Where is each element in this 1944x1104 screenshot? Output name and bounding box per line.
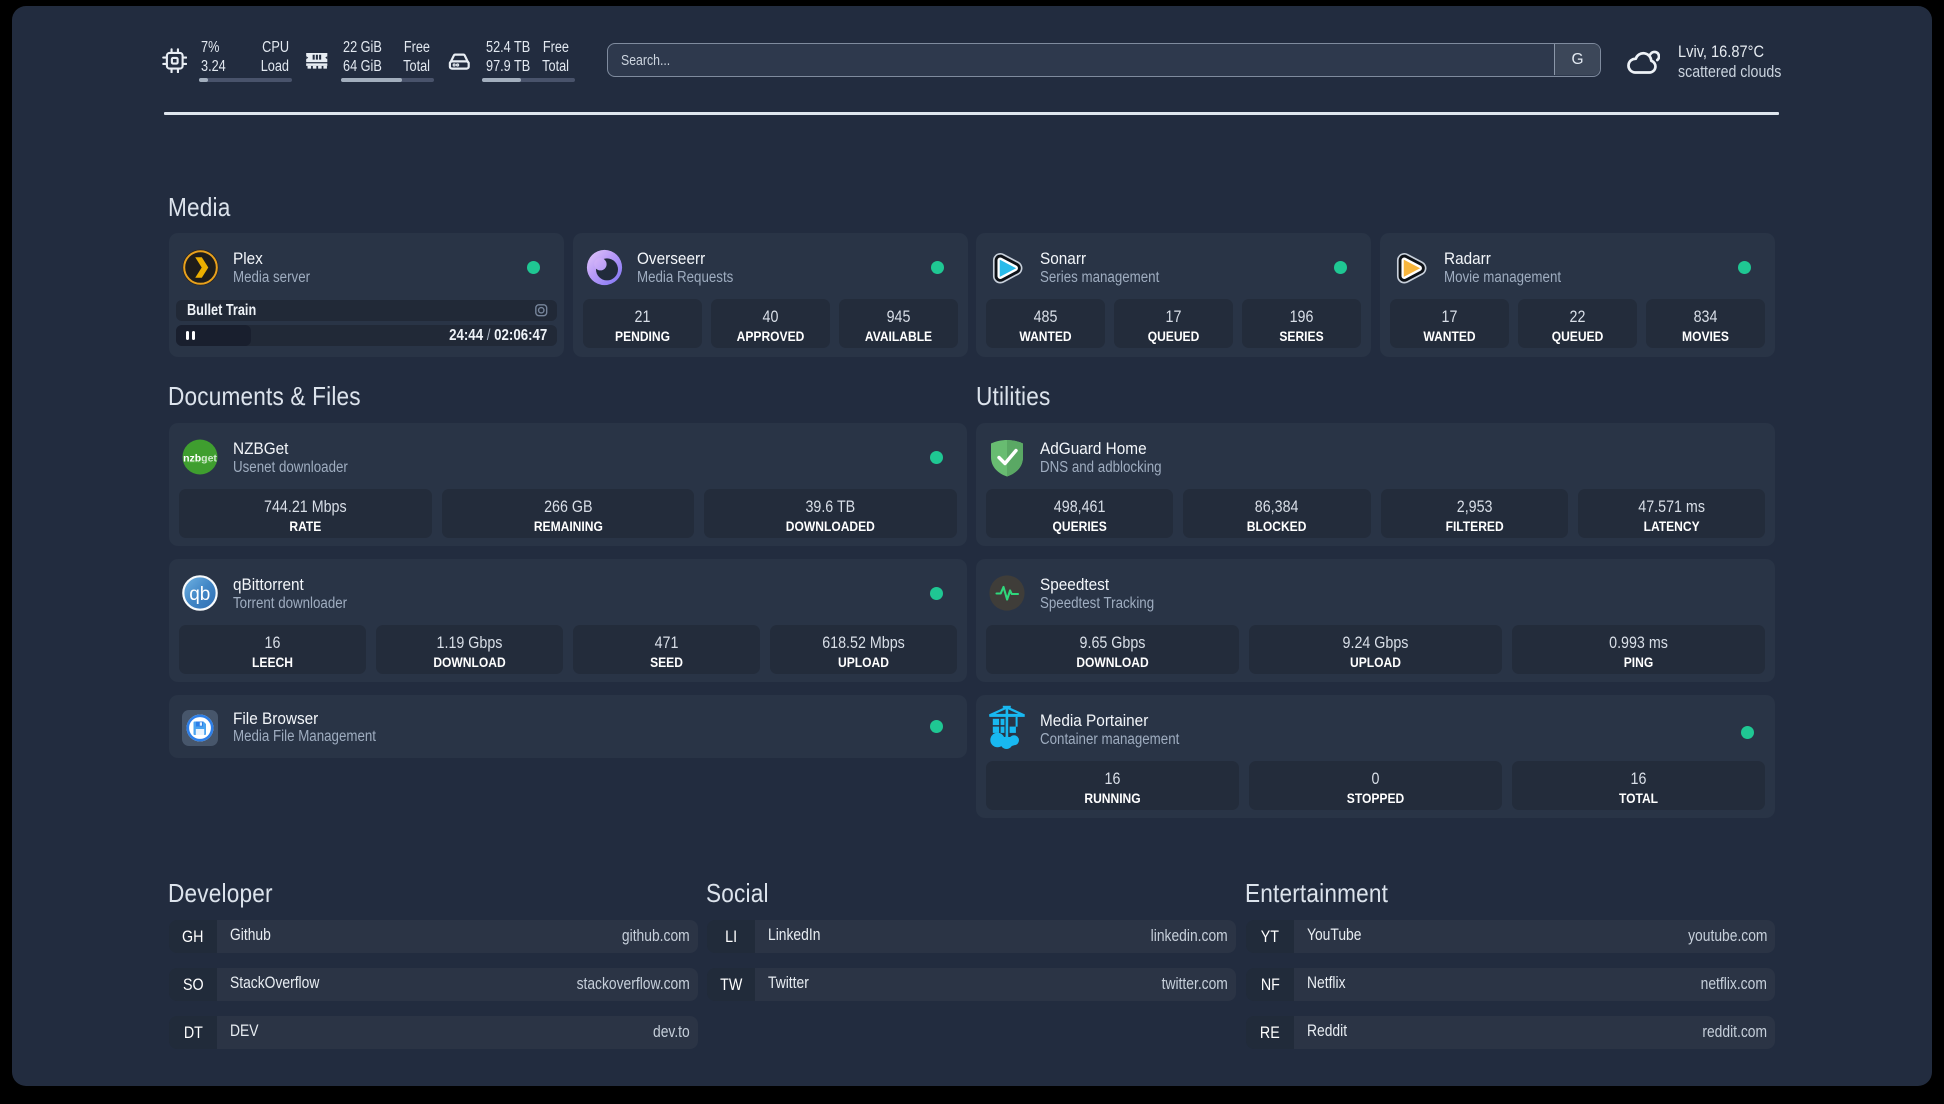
svg-text:nzbget: nzbget [183,453,217,465]
svg-text:qb: qb [189,584,210,605]
